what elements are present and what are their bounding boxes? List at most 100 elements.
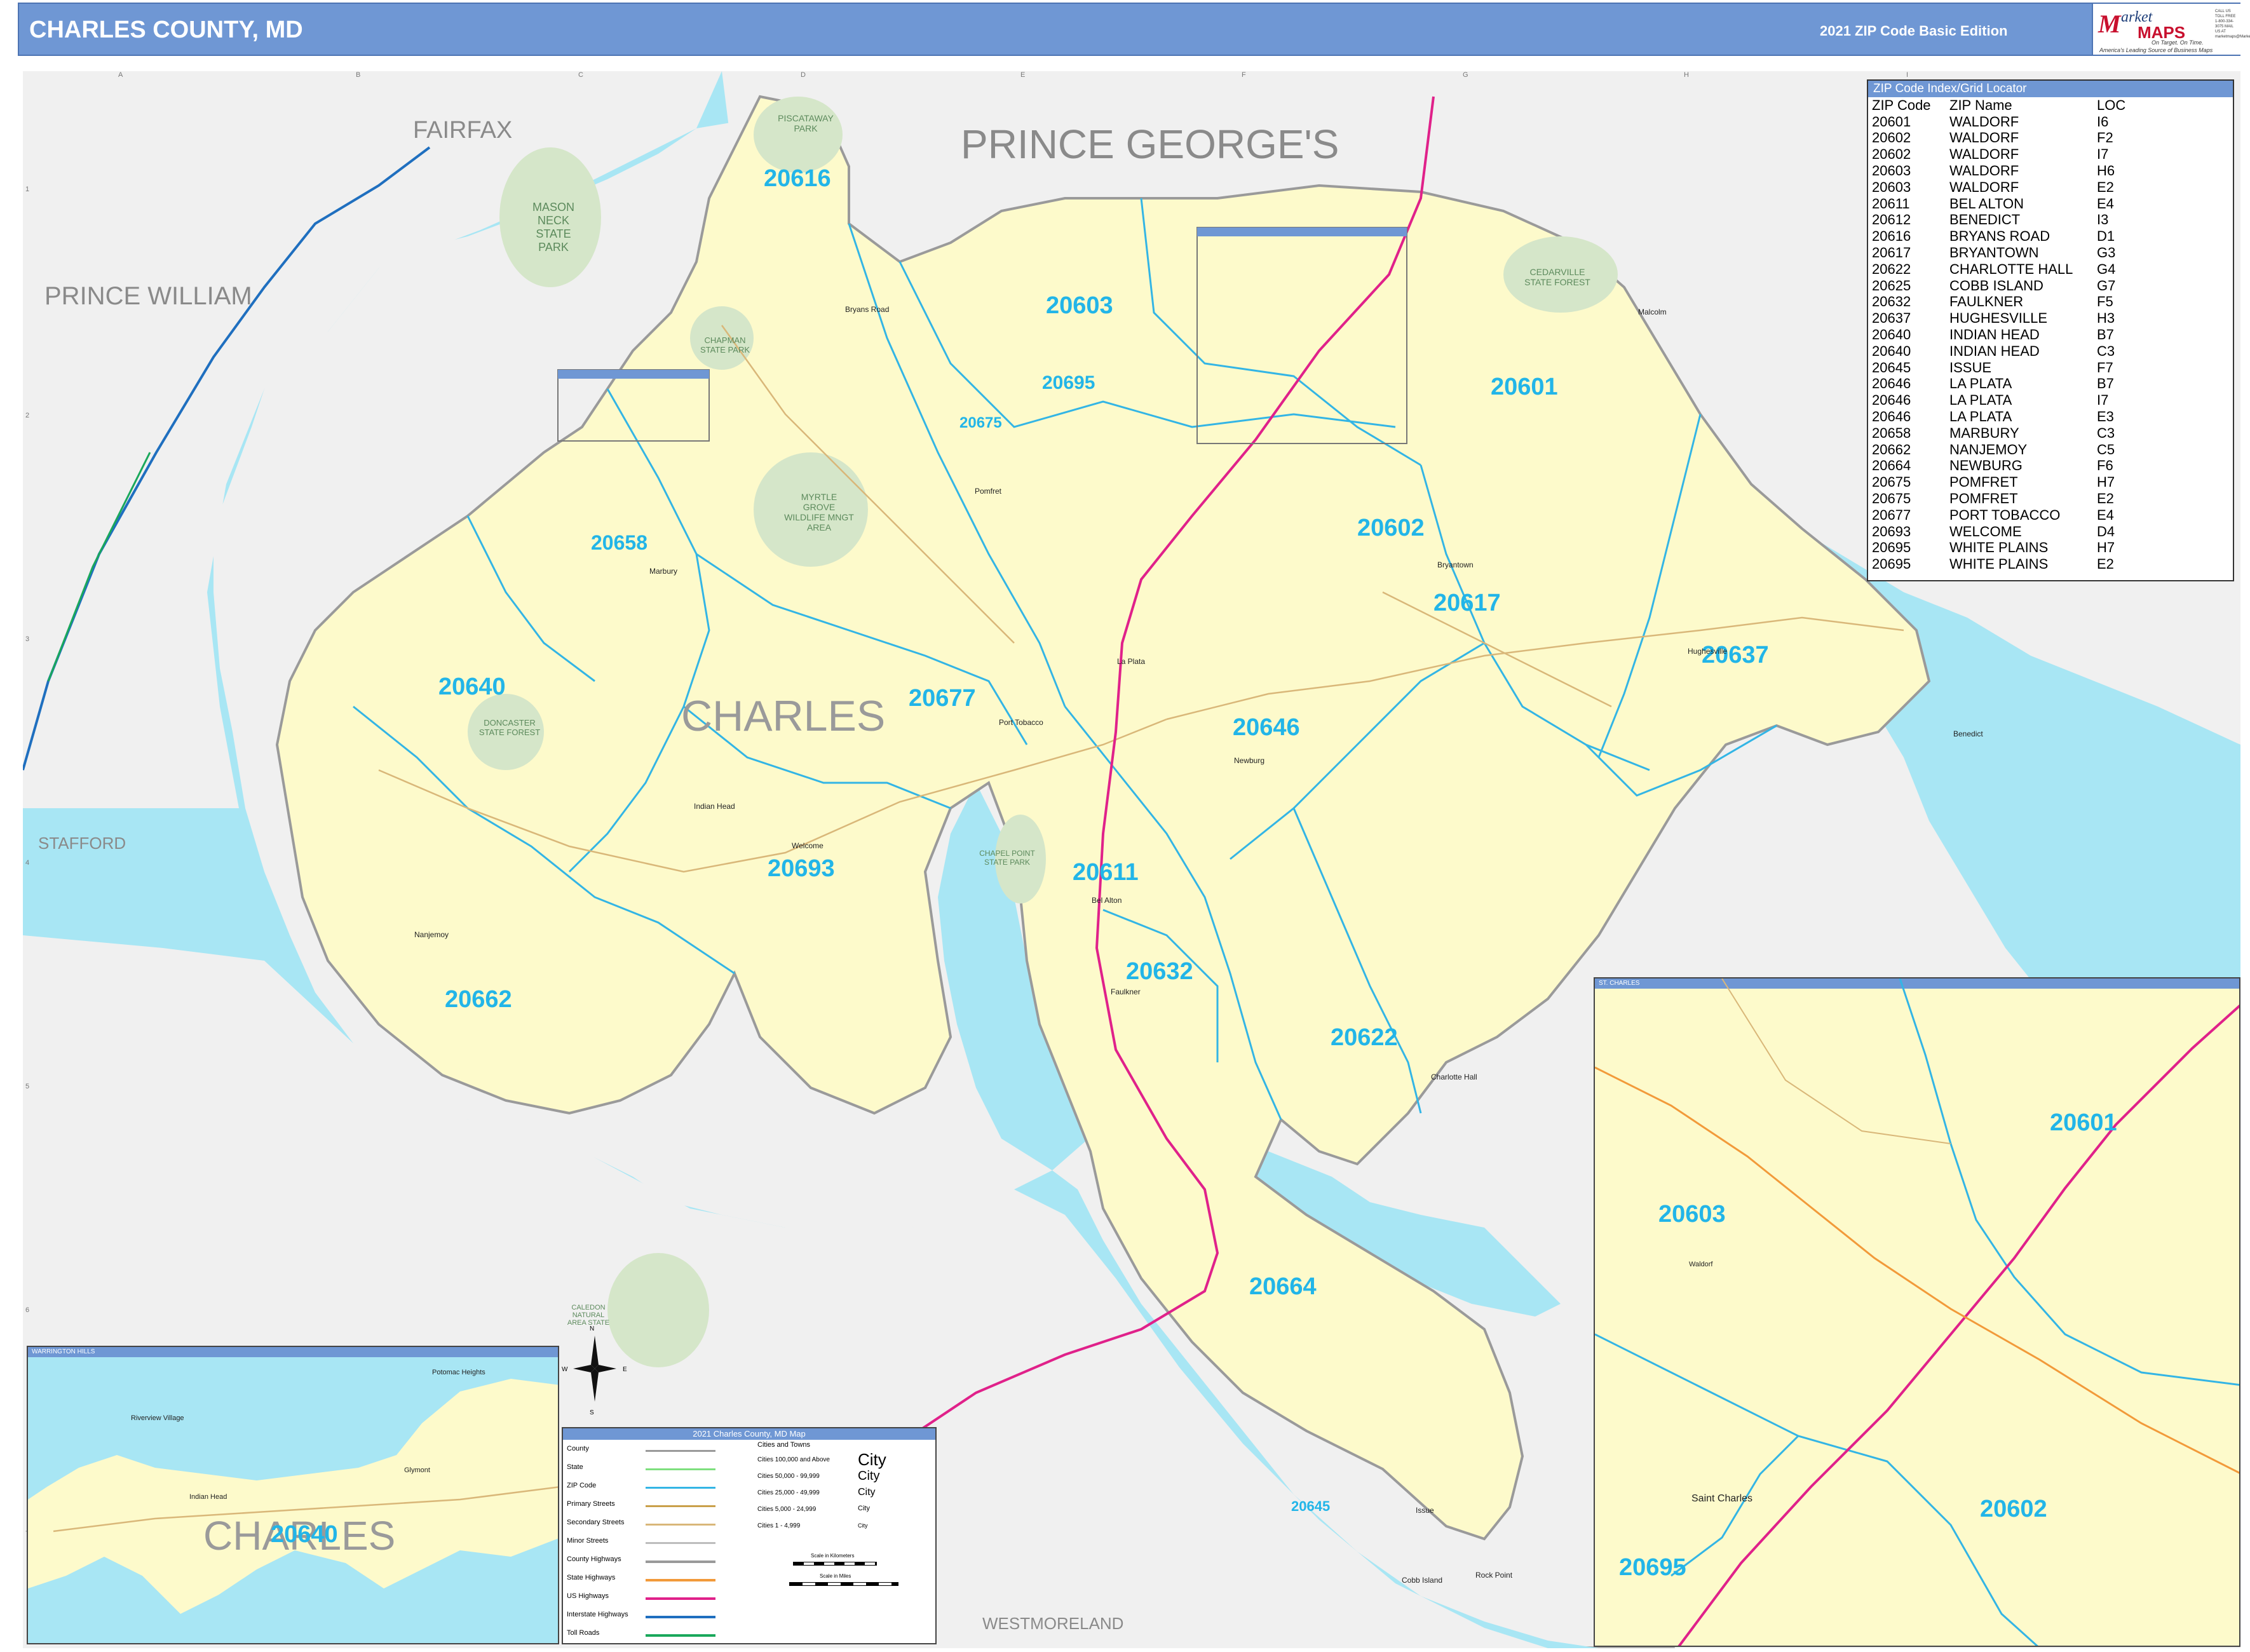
park-label-caledon: CALEDON NATURAL AREA STATE [567, 1304, 610, 1327]
zip-index-zip: 20603 [1872, 163, 1911, 179]
zip-index-row: 20646 LA PLATA E3 [1872, 409, 2125, 425]
zip-index-row: 20601 WALDORF I6 [1872, 114, 2125, 130]
legend-city-sample-3: City [858, 1487, 876, 1498]
place-nanjemoy: Nanjemoy [414, 930, 449, 939]
zip-label-20677: 20677 [909, 685, 976, 712]
zip-index-zip: 20646 [1872, 376, 1911, 392]
zip-index-zip: 20603 [1872, 179, 1911, 195]
park-label-cedarville: CEDARVILLE STATE FOREST [1524, 267, 1590, 287]
zip-index-row: 20677 PORT TOBACCO E4 [1872, 507, 2125, 524]
logo-tagline: On Target. On Time. [2152, 39, 2204, 46]
place-newburg: Newburg [1234, 756, 1265, 765]
place-rock-point: Rock Point [1475, 1571, 1513, 1580]
zip-index-row: 20645 ISSUE F7 [1872, 360, 2125, 376]
zip-index-name: WALDORF [1949, 113, 2019, 130]
zip-label-20602: 20602 [1357, 515, 1425, 541]
grid-row-4: 4 [25, 859, 30, 867]
place-port-tobacco: Port Tobacco [999, 718, 1043, 727]
region-stafford: STAFFORD [38, 834, 126, 853]
zip-index-zip: 20617 [1872, 245, 1911, 261]
place-bel-alton: Bel Alton [1092, 896, 1122, 905]
zip-index-row: 20602 WALDORF F2 [1872, 130, 2125, 147]
inset-potomac-heights: Potomac Heights [432, 1369, 485, 1376]
zip-index-loc: C3 [2097, 424, 2115, 441]
zip-index-name: WALDORF [1949, 163, 2019, 179]
place-bryantown: Bryantown [1437, 560, 1474, 569]
zip-index-name: WALDORF [1949, 179, 2019, 195]
legend-swatch [646, 1579, 715, 1581]
legend-swatch [646, 1634, 715, 1637]
legend-swatch [646, 1542, 715, 1544]
legend-city-sample-2: City [858, 1469, 880, 1483]
zip-index-zip: 20658 [1872, 424, 1911, 441]
zip-code-index: ZIP Code Index/Grid Locator ZIP Code ZIP… [1867, 79, 2234, 581]
zip-index-row: 20695 WHITE PLAINS H7 [1872, 540, 2125, 557]
legend-city-sample-5: City [858, 1522, 868, 1529]
map-title: CHARLES COUNTY, MD [29, 17, 303, 43]
zip-index-name: LA PLATA [1949, 376, 2012, 392]
zip-index-header-row: ZIP Code ZIP Name LOC [1872, 97, 2125, 114]
grid-row-5: 5 [25, 1083, 30, 1090]
region-prince-william: PRINCE WILLIAM [44, 282, 252, 310]
zip-index-name: WHITE PLAINS [1949, 539, 2049, 556]
zip-index-name: BENEDICT [1949, 212, 2021, 228]
zip-index-zip: 20695 [1872, 539, 1911, 556]
zip-index-row: 20646 LA PLATA I7 [1872, 392, 2125, 409]
compass-s: S [590, 1409, 594, 1416]
place-marbury: Marbury [649, 567, 678, 576]
zip-index-name: LA PLATA [1949, 392, 2012, 409]
zip-index-zip: 20693 [1872, 523, 1911, 539]
zip-index-name: HUGHESVILLE [1949, 310, 2048, 327]
logo-tagline-2: America's Leading Source of Business Map… [2099, 47, 2213, 53]
legend-city-tier-2: Cities 50,000 - 99,999 [757, 1473, 820, 1480]
zip-index-row: 20603 WALDORF H6 [1872, 163, 2125, 179]
zip-label-20622: 20622 [1331, 1024, 1398, 1051]
zip-index-row: 20695 WHITE PLAINS E2 [1872, 556, 2125, 572]
zip-label-20664: 20664 [1249, 1273, 1317, 1300]
legend-item-label: Interstate Highways [567, 1611, 628, 1618]
grid-row-2: 2 [25, 412, 30, 419]
zip-index-name: FAULKNER [1949, 294, 2024, 310]
park-caledon [607, 1253, 709, 1367]
legend-title: 2021 Charles County, MD Map [563, 1428, 935, 1440]
region-charles: CHARLES [681, 692, 886, 740]
legend-swatch [646, 1450, 715, 1452]
region-westmoreland: WESTMORELAND [982, 1614, 1124, 1633]
legend-item-label: County [567, 1445, 589, 1452]
legend-cities-title: Cities and Towns [757, 1441, 810, 1449]
zip-index-header-loc: LOC [2097, 97, 2126, 113]
grid-col-f: F [1242, 71, 1246, 79]
zip-label-20675: 20675 [959, 414, 1002, 431]
zip-index-loc: G7 [2097, 277, 2116, 294]
region-fairfax: FAIRFAX [413, 117, 513, 144]
zip-index-name: PORT TOBACCO [1949, 506, 2061, 523]
zip-label-20632: 20632 [1126, 958, 1193, 985]
zip-index-row: 20646 LA PLATA B7 [1872, 376, 2125, 393]
zip-index-header-zip: ZIP Code [1872, 97, 1931, 113]
zip-index-name: WHITE PLAINS [1949, 556, 2049, 572]
zip-index-zip: 20632 [1872, 294, 1911, 310]
legend-item-label: Primary Streets [567, 1500, 615, 1508]
grid-col-e: E [1020, 71, 1026, 79]
map-legend: 2021 Charles County, MD Map County State Z… [562, 1427, 937, 1644]
park-label-myrtle-grove: MYRTLE GROVE WILDLIFE MNGT AREA [784, 492, 854, 532]
zip-index-loc: F5 [2097, 294, 2113, 310]
zip-index-zip: 20664 [1872, 457, 1911, 474]
grid-row-6: 6 [25, 1306, 30, 1314]
place-malcolm: Malcolm [1638, 308, 1667, 316]
zip-index-row: 20640 INDIAN HEAD B7 [1872, 327, 2125, 343]
zip-index-loc: E4 [2097, 195, 2114, 212]
zip-index-row: 20602 WALDORF I7 [1872, 146, 2125, 163]
zip-index-loc: I7 [2097, 146, 2109, 163]
legend-item-label: ZIP Code [567, 1482, 597, 1489]
grid-row-1: 1 [25, 186, 30, 193]
inset-indian-head: Indian Head [189, 1493, 227, 1501]
zip-index-loc: G3 [2097, 245, 2116, 261]
zip-index-row: 20658 MARBURY C3 [1872, 425, 2125, 442]
legend-item-label: County Highways [567, 1555, 621, 1563]
compass-n: N [590, 1325, 595, 1332]
place-indian-head: Indian Head [694, 802, 735, 811]
legend-item-label: Secondary Streets [567, 1519, 625, 1526]
legend-city-sample-4: City [858, 1505, 870, 1512]
zip-index-row: 20693 WELCOME D4 [1872, 524, 2125, 540]
